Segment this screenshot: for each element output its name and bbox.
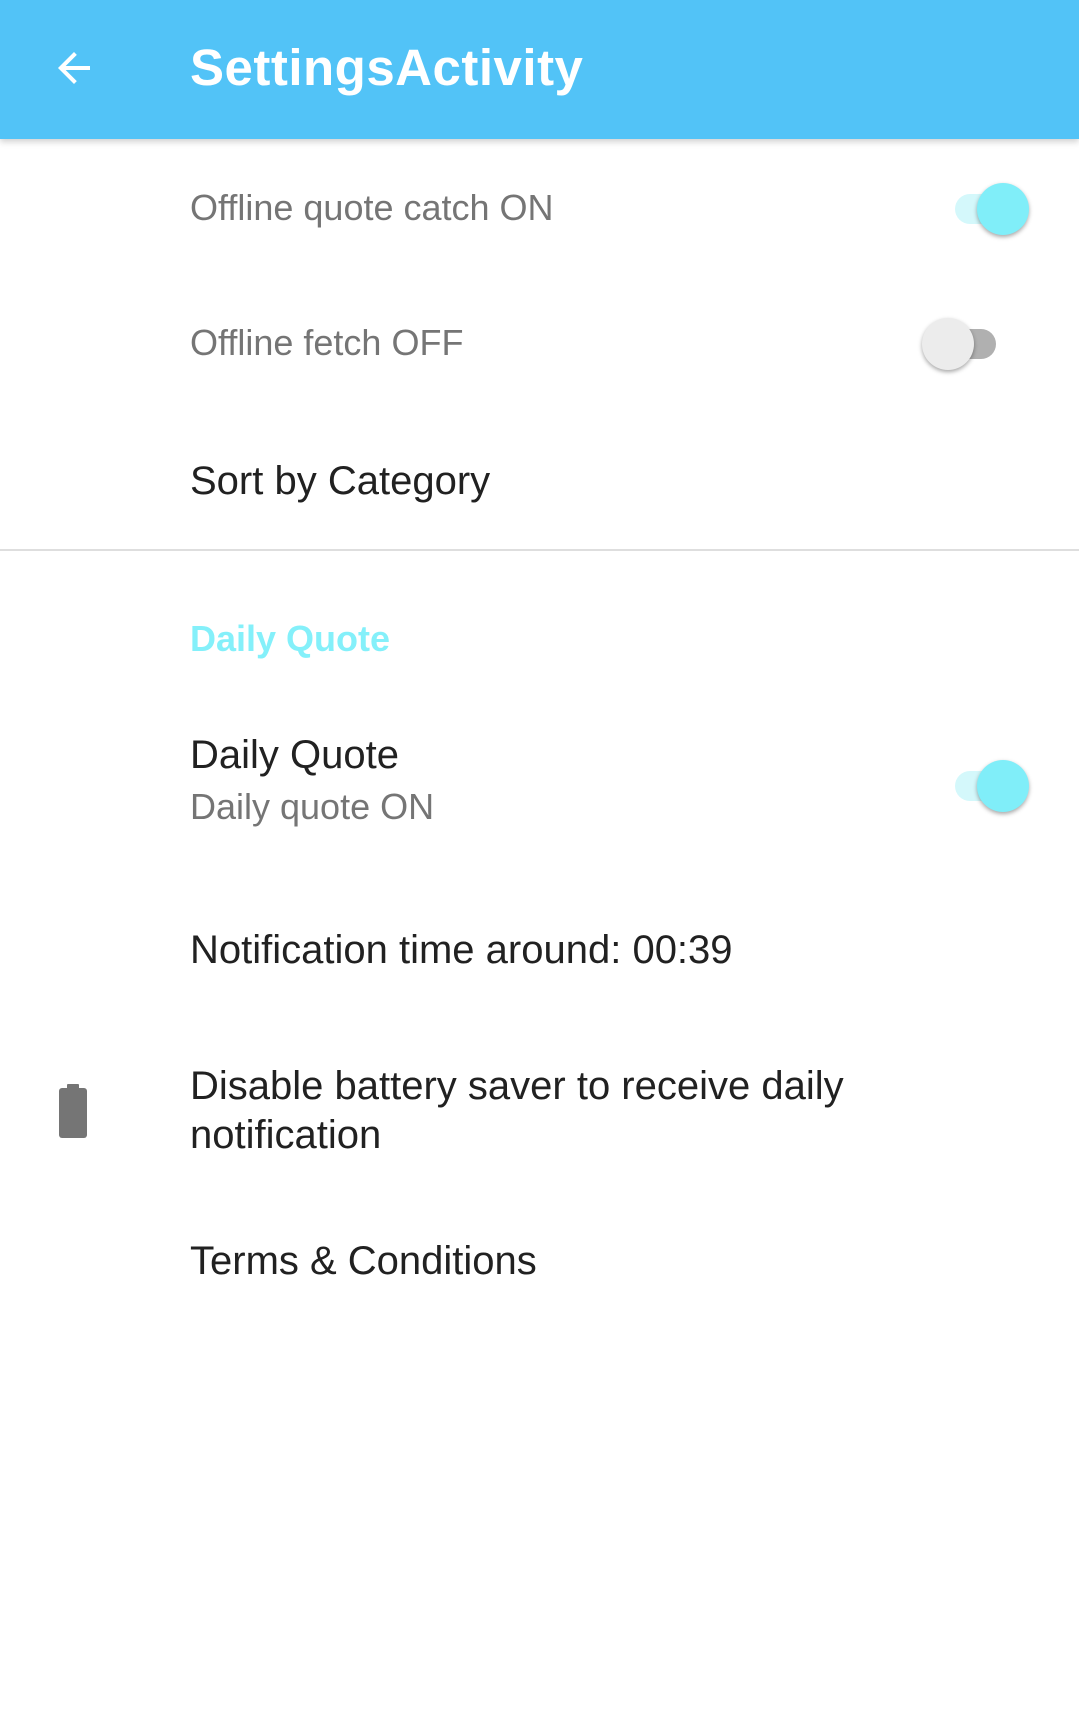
battery-saver-title-line1: Disable battery saver to receive daily xyxy=(190,1064,844,1108)
arrow-back-icon xyxy=(58,52,90,84)
offline-fetch-switch[interactable] xyxy=(922,311,1012,371)
preference-list: Offline quote catch ON Offline fetch OFF… xyxy=(0,139,1079,1718)
sort-by-category-title: Sort by Category xyxy=(190,459,491,503)
battery-icon xyxy=(59,1084,87,1138)
app-bar: SettingsActivity xyxy=(0,0,1079,139)
offline-quote-catch-preference[interactable]: Offline quote catch ON xyxy=(0,139,1079,273)
battery-saver-title-line2: notification xyxy=(190,1113,382,1157)
daily-quote-category-header: Daily Quote xyxy=(190,618,391,659)
offline-fetch-preference[interactable]: Offline fetch OFF xyxy=(0,273,1079,407)
back-button[interactable] xyxy=(36,30,112,106)
terms-conditions-preference[interactable]: Terms & Conditions xyxy=(0,1197,1079,1337)
daily-quote-title: Daily Quote xyxy=(190,733,399,777)
daily-quote-summary: Daily quote ON xyxy=(190,786,435,827)
daily-quote-preference[interactable]: Daily Quote Daily quote ON xyxy=(0,699,1079,889)
page-title: SettingsActivity xyxy=(190,39,584,96)
offline-quote-catch-switch[interactable] xyxy=(947,176,1037,236)
notification-time-title: Notification time around: 00:39 xyxy=(190,928,733,972)
sort-by-category-preference[interactable]: Sort by Category xyxy=(0,407,1079,549)
offline-quote-catch-summary: Offline quote catch ON xyxy=(190,187,554,228)
section-divider xyxy=(0,549,1079,551)
switch-thumb xyxy=(922,318,974,370)
switch-thumb xyxy=(977,183,1029,235)
notification-time-preference[interactable]: Notification time around: 00:39 xyxy=(0,889,1079,1029)
offline-fetch-summary: Offline fetch OFF xyxy=(190,322,464,363)
switch-thumb xyxy=(977,760,1029,812)
terms-conditions-title: Terms & Conditions xyxy=(190,1239,537,1283)
daily-quote-switch[interactable] xyxy=(947,753,1037,813)
battery-saver-preference[interactable]: Disable battery saver to receive daily n… xyxy=(0,1029,1079,1197)
